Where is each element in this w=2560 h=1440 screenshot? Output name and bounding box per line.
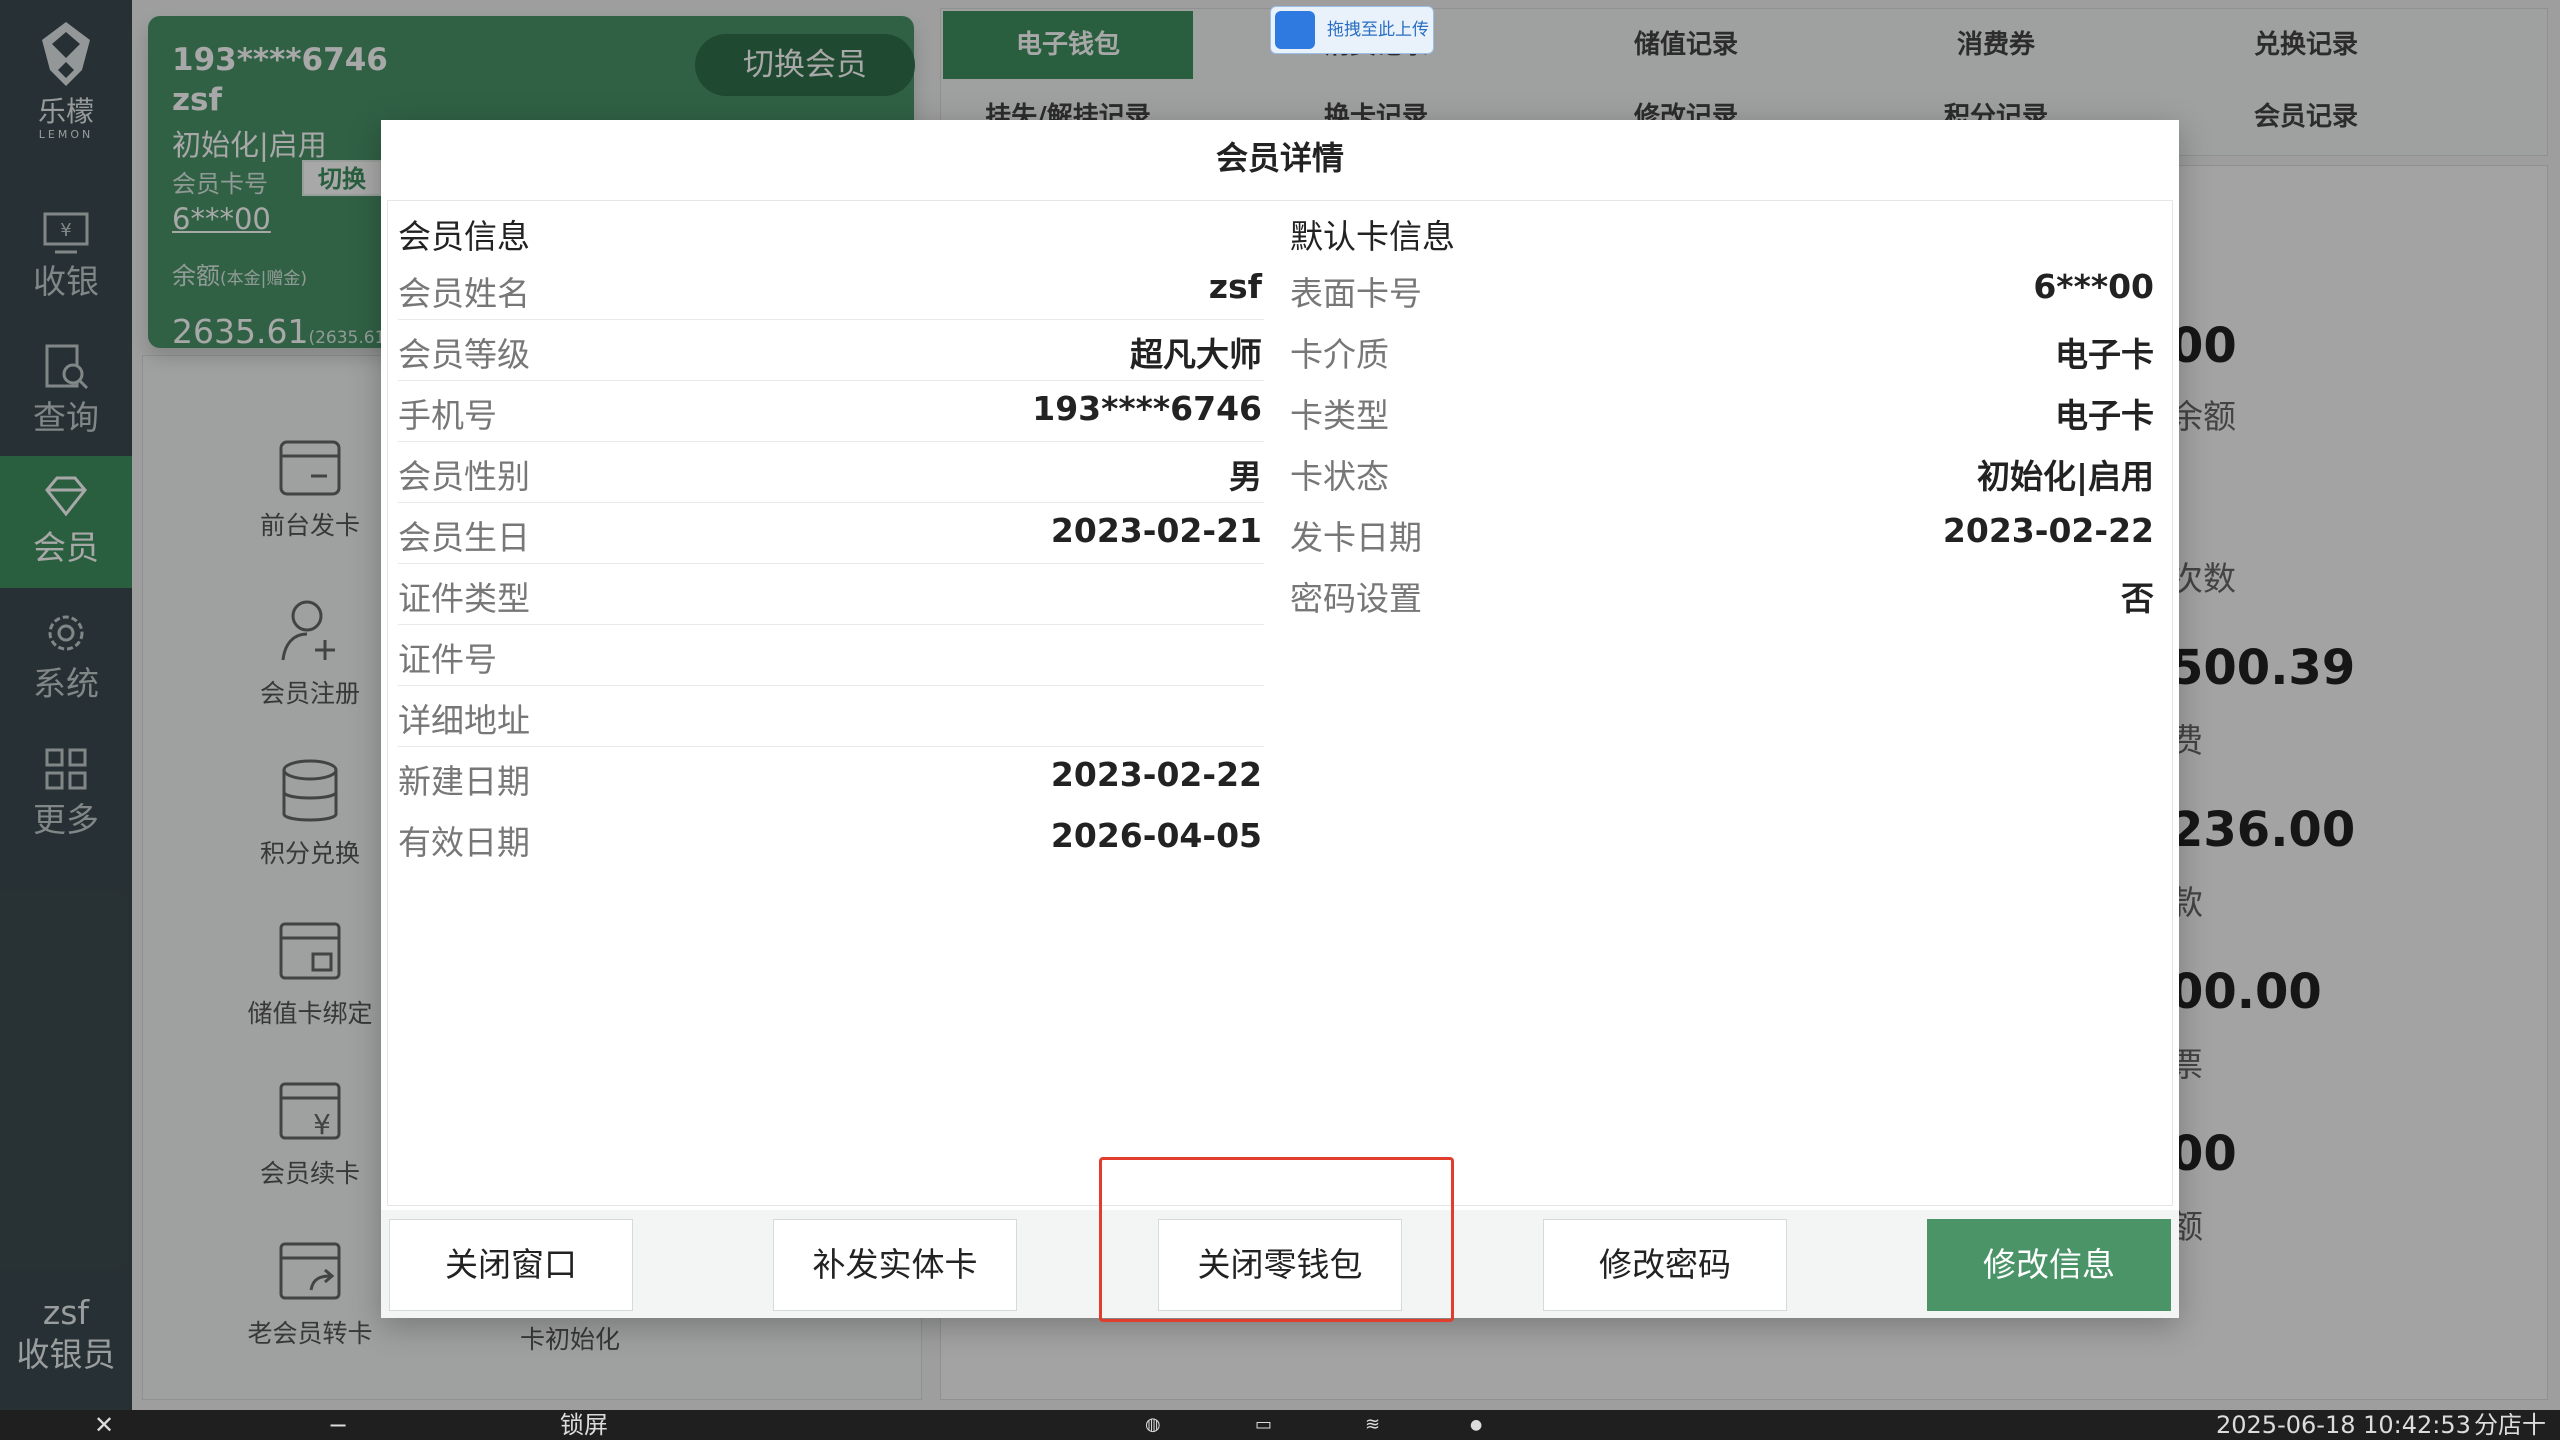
monitor-icon[interactable]: ▭: [1255, 1410, 1272, 1440]
info-key: 证件号: [398, 640, 497, 679]
info-row: 会员姓名 zsf: [398, 259, 1264, 320]
reissue-physical-card-button[interactable]: 补发实体卡: [773, 1219, 1017, 1311]
card-value: 否: [2121, 579, 2154, 618]
card-value: 电子卡: [2055, 335, 2154, 374]
dialog-title: 会员详情: [1215, 139, 1344, 177]
info-key: 有效日期: [398, 823, 530, 862]
info-value: zsf: [1208, 267, 1262, 306]
card-key: 发卡日期: [1290, 518, 1422, 557]
card-value: 6***00: [2033, 267, 2154, 306]
info-key: 会员性别: [398, 457, 530, 496]
info-row: 会员等级 超凡大师: [398, 320, 1264, 381]
edit-info-button[interactable]: 修改信息: [1927, 1219, 2171, 1311]
info-row: 手机号 193****6746: [398, 381, 1264, 442]
info-value: 193****6746: [1032, 389, 1262, 428]
card-value: 初始化|启用: [1976, 457, 2154, 496]
upload-badge-text: 拖拽至此上传: [1327, 20, 1429, 40]
info-row: 详细地址: [398, 686, 1264, 747]
info-row: 会员性别 男: [398, 442, 1264, 503]
info-value: 男: [1229, 457, 1262, 496]
close-icon[interactable]: ✕: [94, 1410, 114, 1440]
card-row: 发卡日期 2023-02-22: [1290, 503, 2156, 564]
globe-icon[interactable]: ◍: [1145, 1410, 1161, 1440]
card-key: 表面卡号: [1290, 274, 1422, 313]
info-row: 有效日期 2026-04-05: [398, 808, 1264, 869]
info-key: 会员等级: [398, 335, 530, 374]
card-row: 密码设置 否: [1290, 564, 2156, 625]
taskbar: ✕ − 锁屏 ◍ ▭ ≋ ● 2025-06-18 10:42:53 分店十: [0, 1410, 2560, 1440]
info-key: 新建日期: [398, 762, 530, 801]
cloud-upload-icon: [1275, 11, 1315, 49]
card-info-title: 默认卡信息: [1290, 217, 1455, 256]
close-window-button[interactable]: 关闭窗口: [389, 1219, 633, 1311]
card-row: 卡类型 电子卡: [1290, 381, 2156, 442]
info-row: 新建日期 2023-02-22: [398, 747, 1264, 808]
upload-drop-badge[interactable]: 拖拽至此上传: [1270, 6, 1434, 54]
card-row: 卡介质 电子卡: [1290, 320, 2156, 381]
card-row: 表面卡号 6***00: [1290, 259, 2156, 320]
dialog-body: 会员信息 会员姓名 zsf 会员等级 超凡大师 手机号 193****6746 会员性…: [387, 200, 2173, 1206]
card-value: 电子卡: [2055, 396, 2154, 435]
info-key: 会员生日: [398, 518, 530, 557]
card-key: 卡类型: [1290, 396, 1389, 435]
card-value: 2023-02-22: [1942, 511, 2154, 550]
info-row: 证件类型: [398, 564, 1264, 625]
member-info-title: 会员信息: [398, 217, 530, 256]
change-password-button[interactable]: 修改密码: [1543, 1219, 1787, 1311]
info-key: 手机号: [398, 396, 497, 435]
info-key: 会员姓名: [398, 274, 530, 313]
info-value: 2026-04-05: [1050, 816, 1262, 855]
store-name: 分店十: [2474, 1411, 2546, 1439]
info-value: 2023-02-21: [1050, 511, 1262, 550]
card-key: 卡介质: [1290, 335, 1389, 374]
wifi-icon[interactable]: ≋: [1365, 1410, 1380, 1440]
card-key: 卡状态: [1290, 457, 1389, 496]
card-row: 卡状态 初始化|启用: [1290, 442, 2156, 503]
info-value: 超凡大师: [1130, 335, 1262, 374]
member-detail-dialog: 会员详情 会员信息 会员姓名 zsf 会员等级 超凡大师 手机号 193****674…: [381, 120, 2179, 1318]
card-info-section: 默认卡信息 表面卡号 6***00 卡介质 电子卡 卡类型 电子卡 卡状态 初始化|启用…: [1290, 215, 2156, 625]
info-key: 证件类型: [398, 579, 530, 618]
info-row: 会员生日 2023-02-21: [398, 503, 1264, 564]
lock-screen-button[interactable]: 锁屏: [560, 1410, 608, 1440]
info-row: 证件号: [398, 625, 1264, 686]
info-key: 详细地址: [398, 701, 530, 740]
highlight-box: [1099, 1157, 1454, 1322]
system-clock: 2025-06-18 10:42:53: [2216, 1411, 2471, 1439]
info-value: 2023-02-22: [1050, 755, 1262, 794]
card-key: 密码设置: [1290, 579, 1422, 618]
status-dot-icon: ●: [1470, 1417, 1483, 1433]
member-info-section: 会员信息 会员姓名 zsf 会员等级 超凡大师 手机号 193****6746 会员性…: [398, 215, 1264, 869]
minimize-icon[interactable]: −: [328, 1410, 348, 1440]
